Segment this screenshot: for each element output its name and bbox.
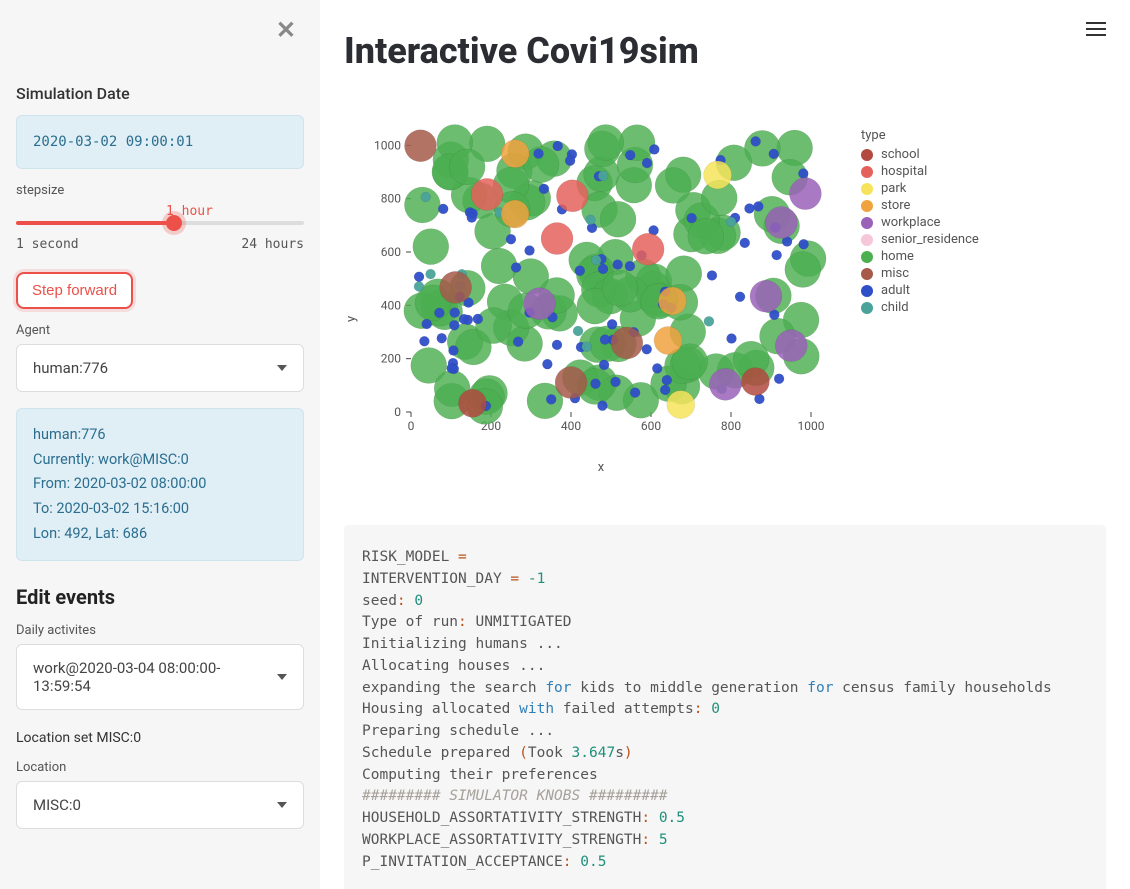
legend-swatch [861, 234, 873, 246]
location-set-text: Location set MISC:0 [16, 730, 304, 746]
agent-info-currently: Currently: work@MISC:0 [33, 448, 287, 473]
daily-activities-label: Daily activites [16, 623, 304, 638]
legend-item: home [861, 249, 979, 264]
agent-info-from: From: 2020-03-02 08:00:00 [33, 472, 287, 497]
simulation-date-value: 2020-03-02 09:00:01 [16, 115, 304, 169]
daily-activities-selected: work@2020-03-04 08:00:00-13:59:54 [33, 659, 277, 695]
legend-item: adult [861, 283, 979, 298]
legend-label: hospital [881, 164, 927, 179]
location-selected: MISC:0 [33, 796, 81, 814]
legend-label: misc [881, 266, 909, 281]
svg-text:600: 600 [641, 419, 661, 433]
stepsize-max: 24 hours [241, 237, 304, 252]
svg-text:1000: 1000 [374, 138, 401, 152]
legend-swatch [861, 302, 873, 314]
svg-text:800: 800 [721, 419, 741, 433]
stepsize-slider[interactable]: 1 hour 1 second 24 hours [16, 204, 304, 252]
svg-text:200: 200 [381, 352, 401, 366]
agent-info-lonlat: Lon: 492, Lat: 686 [33, 522, 287, 547]
legend-label: store [881, 198, 910, 213]
legend-swatch [861, 200, 873, 212]
legend-label: senior_residence [881, 232, 979, 247]
stepsize-min: 1 second [16, 237, 79, 252]
menu-icon[interactable] [1086, 18, 1106, 40]
location-label: Location [16, 760, 304, 775]
svg-text:800: 800 [381, 192, 401, 206]
legend-swatch [861, 166, 873, 178]
svg-text:0: 0 [408, 419, 415, 433]
legend-swatch [861, 268, 873, 280]
agent-info-card: human:776 Currently: work@MISC:0 From: 2… [16, 408, 304, 561]
agent-info-to: To: 2020-03-02 15:16:00 [33, 497, 287, 522]
svg-text:600: 600 [381, 245, 401, 259]
legend-item: child [861, 300, 979, 315]
svg-text:0: 0 [394, 405, 401, 419]
legend-swatch [861, 149, 873, 161]
slider-track[interactable] [16, 221, 304, 225]
agent-label: Agent [16, 323, 304, 338]
y-axis-label: y [344, 122, 359, 475]
legend-item: senior_residence [861, 232, 979, 247]
x-axis-label: x [361, 460, 841, 475]
legend-swatch [861, 251, 873, 263]
caret-down-icon [277, 674, 287, 680]
legend: type school hospital park store workplace sen… [861, 128, 979, 475]
simulation-date-label: Simulation Date [16, 84, 304, 103]
agent-info-id: human:776 [33, 423, 287, 448]
caret-down-icon [277, 365, 287, 371]
daily-activities-select[interactable]: work@2020-03-04 08:00:00-13:59:54 [16, 644, 304, 710]
legend-label: adult [881, 283, 910, 298]
slider-thumb[interactable] [166, 215, 182, 231]
legend-swatch [861, 285, 873, 297]
log-output: RISK_MODEL =INTERVENTION_DAY = -1seed: 0… [344, 525, 1106, 889]
svg-text:1000: 1000 [798, 419, 825, 433]
legend-item: workplace [861, 215, 979, 230]
legend-label: child [881, 300, 909, 315]
step-forward-button[interactable]: Step forward [16, 272, 133, 309]
legend-item: park [861, 181, 979, 196]
legend-label: home [881, 249, 914, 264]
scatter-plot[interactable]: 0200400600800100002004006008001000 [361, 122, 841, 442]
location-select[interactable]: MISC:0 [16, 781, 304, 829]
legend-item: school [861, 147, 979, 162]
legend-item: misc [861, 266, 979, 281]
stepsize-label: stepsize [16, 183, 304, 198]
edit-events-heading: Edit events [16, 585, 304, 609]
svg-text:400: 400 [381, 298, 401, 312]
legend-label: school [881, 147, 920, 162]
agent-selected: human:776 [33, 359, 108, 377]
legend-label: park [881, 181, 906, 196]
sidebar: ✕ Simulation Date 2020-03-02 09:00:01 st… [0, 0, 320, 889]
legend-swatch [861, 183, 873, 195]
close-icon[interactable]: ✕ [276, 16, 296, 44]
caret-down-icon [277, 802, 287, 808]
legend-swatch [861, 217, 873, 229]
agent-select[interactable]: human:776 [16, 344, 304, 392]
svg-text:400: 400 [561, 419, 581, 433]
page-title: Interactive Covi19sim [344, 30, 1106, 72]
legend-title: type [861, 128, 979, 143]
legend-item: hospital [861, 164, 979, 179]
legend-item: store [861, 198, 979, 213]
main: Interactive Covi19sim y 0 200 400 600 800 100… [320, 0, 1130, 889]
legend-label: workplace [881, 215, 940, 230]
chart-area: y 0200400600800100002004006008001000 x t… [344, 122, 1106, 475]
stepsize-value: 1 hour [166, 204, 320, 219]
